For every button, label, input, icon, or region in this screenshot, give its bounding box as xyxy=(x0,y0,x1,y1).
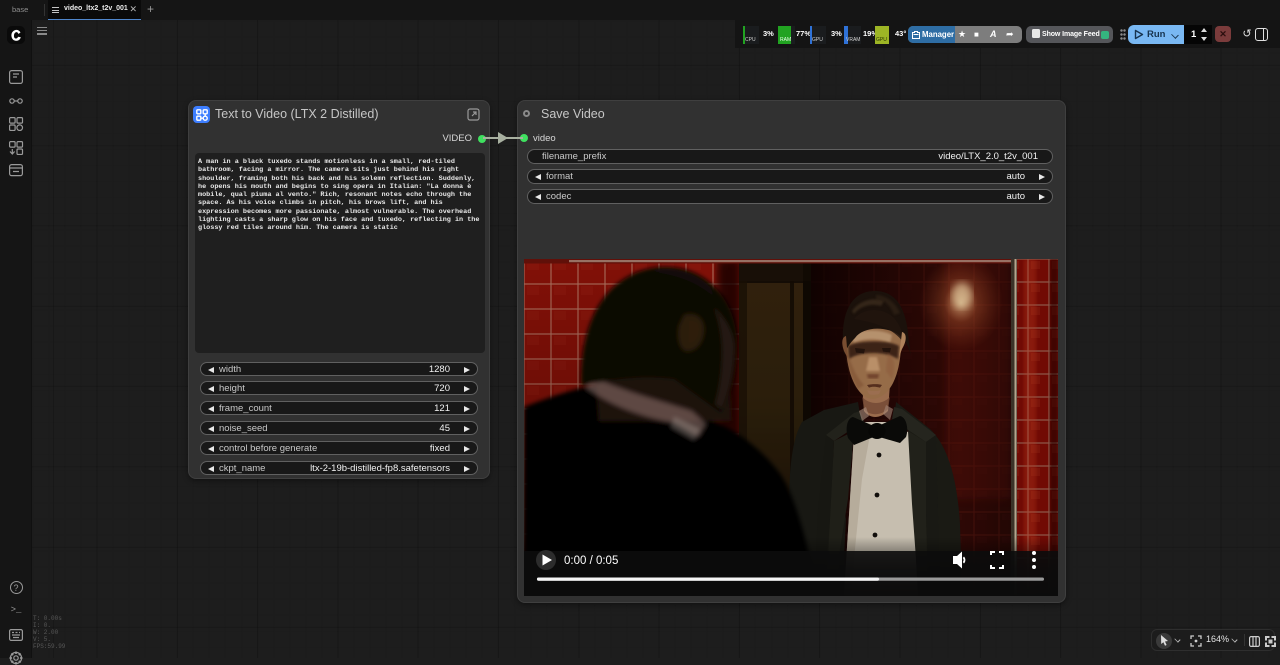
svg-text:0:00 / 0:05: 0:00 / 0:05 xyxy=(564,555,618,567)
